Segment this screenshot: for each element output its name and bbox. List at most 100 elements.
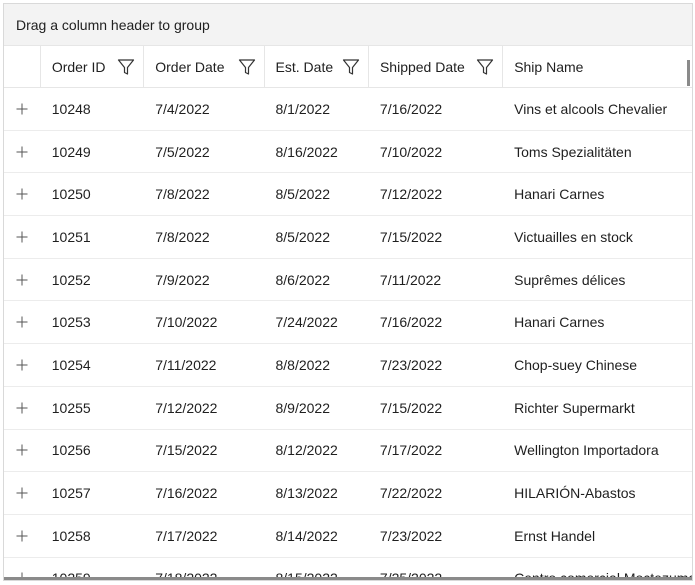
order-date-cell[interactable]: 7/17/2022 [144,515,264,557]
ship-name-cell[interactable]: Suprêmes délices [503,259,692,301]
table-row[interactable]: 10252 7/9/2022 8/6/2022 7/11/2022 Suprêmes d… [4,259,692,302]
row-expander-cell [4,515,41,557]
order-id-cell[interactable]: 10248 [41,88,144,130]
ship-name-cell[interactable]: Vins et alcools Chevalier [503,88,692,130]
ship-name-cell[interactable]: Wellington Importadora [503,430,692,472]
filter-icon[interactable] [476,58,494,76]
ship-name-cell[interactable]: Toms Spezialitäten [503,131,692,173]
est-date-cell[interactable]: 8/13/2022 [265,472,369,514]
order-id-cell[interactable]: 10255 [41,387,144,429]
ship-name-cell[interactable]: Chop-suey Chinese [503,344,692,386]
est-date-cell[interactable]: 8/5/2022 [265,216,369,258]
table-row[interactable]: 10256 7/15/2022 8/12/2022 7/17/2022 Wellingt… [4,430,692,473]
order-id-cell[interactable]: 10254 [41,344,144,386]
header-row: Order ID Order Date Est. Date Shipped Da… [4,46,692,88]
plus-icon[interactable] [15,358,29,372]
table-row[interactable]: 10257 7/16/2022 8/13/2022 7/22/2022 HILARIÓN… [4,472,692,515]
header-expander-cell [4,46,41,87]
est-date-cell[interactable]: 8/12/2022 [265,430,369,472]
ship-name-cell[interactable]: HILARIÓN-Abastos [503,472,692,514]
shipped-date-cell[interactable]: 7/23/2022 [369,344,503,386]
row-expander-cell [4,259,41,301]
plus-icon[interactable] [15,102,29,116]
order-id-cell[interactable]: 10253 [41,301,144,343]
order-date-cell[interactable]: 7/10/2022 [144,301,264,343]
shipped-date-cell[interactable]: 7/17/2022 [369,430,503,472]
ship-name-cell[interactable]: Victuailles en stock [503,216,692,258]
plus-icon[interactable] [15,486,29,500]
table-row[interactable]: 10254 7/11/2022 8/8/2022 7/23/2022 Chop-suey… [4,344,692,387]
plus-icon[interactable] [15,443,29,457]
order-date-cell[interactable]: 7/16/2022 [144,472,264,514]
plus-icon[interactable] [15,401,29,415]
table-row[interactable]: 10253 7/10/2022 7/24/2022 7/16/2022 Hanari C… [4,301,692,345]
column-header-label: Order Date [155,58,225,75]
order-date-cell[interactable]: 7/8/2022 [144,173,264,215]
column-header-est-date[interactable]: Est. Date [265,46,369,87]
table-row[interactable]: 10255 7/12/2022 8/9/2022 7/15/2022 Richter S… [4,387,692,430]
column-header-order-date[interactable]: Order Date [144,46,265,87]
row-expander-cell [4,387,41,429]
order-date-cell[interactable]: 7/9/2022 [144,259,264,301]
grid-body: 10248 7/4/2022 8/1/2022 7/16/2022 Vins et al… [4,88,692,580]
plus-icon[interactable] [15,145,29,159]
shipped-date-cell[interactable]: 7/10/2022 [369,131,503,173]
est-date-cell[interactable]: 8/9/2022 [265,387,369,429]
order-date-cell[interactable]: 7/11/2022 [144,344,264,386]
order-date-cell[interactable]: 7/15/2022 [144,430,264,472]
shipped-date-cell[interactable]: 7/16/2022 [369,88,503,130]
column-header-ship-name[interactable]: Ship Name [503,46,692,87]
shipped-date-cell[interactable]: 7/15/2022 [369,216,503,258]
order-date-cell[interactable]: 7/8/2022 [144,216,264,258]
table-row[interactable]: 10258 7/17/2022 8/14/2022 7/23/2022 Ernst Ha… [4,515,692,558]
ship-name-cell[interactable]: Hanari Carnes [503,173,692,215]
shipped-date-cell[interactable]: 7/22/2022 [369,472,503,514]
est-date-cell[interactable]: 8/8/2022 [265,344,369,386]
table-row[interactable]: 10248 7/4/2022 8/1/2022 7/16/2022 Vins et al… [4,88,692,131]
shipped-date-cell[interactable]: 7/11/2022 [369,259,503,301]
order-id-cell[interactable]: 10258 [41,515,144,557]
est-date-cell[interactable]: 8/5/2022 [265,173,369,215]
plus-icon[interactable] [15,187,29,201]
filter-icon[interactable] [342,58,360,76]
order-id-cell[interactable]: 10257 [41,472,144,514]
est-date-cell[interactable]: 8/14/2022 [265,515,369,557]
data-grid: Drag a column header to group Order ID O… [3,3,693,581]
group-panel[interactable]: Drag a column header to group [4,4,692,46]
ship-name-cell[interactable]: Richter Supermarkt [503,387,692,429]
ship-name-cell[interactable]: Hanari Carnes [503,301,692,343]
horizontal-scrollbar[interactable] [4,577,692,580]
row-expander-cell [4,173,41,215]
order-date-cell[interactable]: 7/4/2022 [144,88,264,130]
plus-icon[interactable] [15,273,29,287]
filter-icon[interactable] [238,58,256,76]
shipped-date-cell[interactable]: 7/15/2022 [369,387,503,429]
est-date-cell[interactable]: 8/1/2022 [265,88,369,130]
table-row[interactable]: 10251 7/8/2022 8/5/2022 7/15/2022 Victuaille… [4,216,692,259]
order-id-cell[interactable]: 10256 [41,430,144,472]
row-expander-cell [4,216,41,258]
plus-icon[interactable] [15,315,29,329]
plus-icon[interactable] [15,529,29,543]
table-row[interactable]: 10249 7/5/2022 8/16/2022 7/10/2022 Toms Spez… [4,131,692,174]
plus-icon[interactable] [15,230,29,244]
est-date-cell[interactable]: 8/16/2022 [265,131,369,173]
vertical-scrollbar[interactable] [687,60,690,86]
shipped-date-cell[interactable]: 7/16/2022 [369,301,503,343]
table-row[interactable]: 10250 7/8/2022 8/5/2022 7/12/2022 Hanari Car… [4,173,692,217]
shipped-date-cell[interactable]: 7/23/2022 [369,515,503,557]
est-date-cell[interactable]: 8/6/2022 [265,259,369,301]
order-date-cell[interactable]: 7/12/2022 [144,387,264,429]
order-id-cell[interactable]: 10249 [41,131,144,173]
order-id-cell[interactable]: 10251 [41,216,144,258]
order-id-cell[interactable]: 10252 [41,259,144,301]
ship-name-cell[interactable]: Ernst Handel [503,515,692,557]
order-id-cell[interactable]: 10250 [41,173,144,215]
filter-icon[interactable] [117,58,135,76]
row-expander-cell [4,301,41,343]
column-header-shipped-date[interactable]: Shipped Date [369,46,504,87]
order-date-cell[interactable]: 7/5/2022 [144,131,264,173]
column-header-order-id[interactable]: Order ID [41,46,145,87]
shipped-date-cell[interactable]: 7/12/2022 [369,173,503,215]
est-date-cell[interactable]: 7/24/2022 [265,301,369,343]
